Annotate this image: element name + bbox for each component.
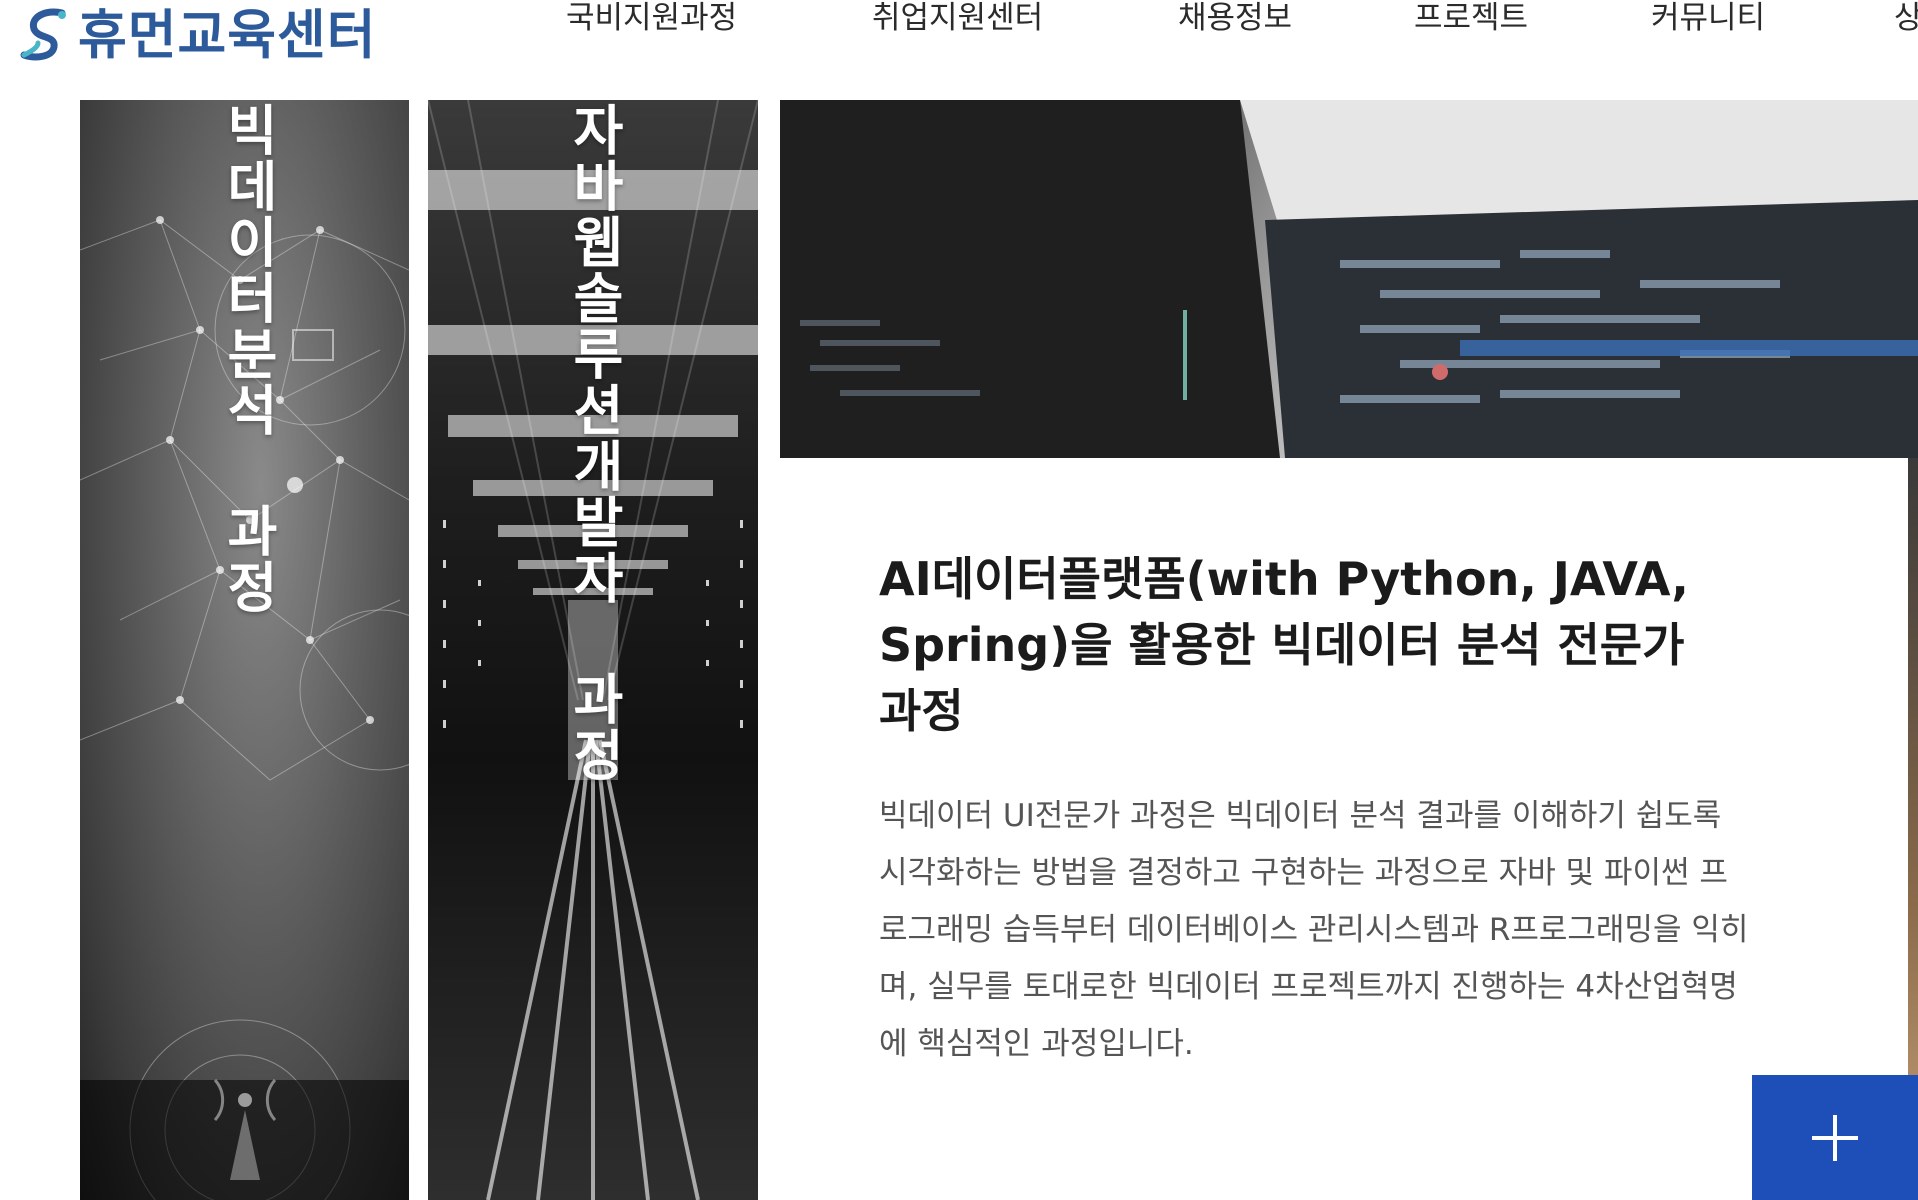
nav-item-recruitment[interactable]: 채용정보 [1178,0,1292,37]
site-logo[interactable]: 휴먼교육센터 [16,0,377,70]
course-title-java: 자바웹솔루션개발자 과정 [562,102,625,783]
featured-course-card: AI데이터플랫폼(with Python, JAVA, Spring)을 활용한… [780,458,1908,1200]
featured-course-description: 빅데이터 UI전문가 과정은 빅데이터 분석 결과를 이해하기 쉽도록 시각화하… [879,798,1749,1062]
course-panel-java[interactable]: 자바웹솔루션개발자 과정 [428,100,758,1200]
laptop-code-illustration [780,100,1918,458]
plus-icon [1812,1114,1858,1161]
nav-item-project[interactable]: 프로젝트 [1414,0,1528,37]
view-more-button[interactable] [1752,1075,1918,1200]
nav-item-job-support[interactable]: 취업지원센터 [872,0,1043,37]
logo-swoosh-icon [20,8,66,61]
featured-course-image [780,100,1918,458]
featured-course-title[interactable]: AI데이터플랫폼(with Python, JAVA, Spring)을 활용한… [879,546,1739,744]
course-panel-bigdata[interactable]: 빅데이터분석 과정 [80,100,409,1200]
nav-item-community[interactable]: 커뮤니티 [1651,0,1765,37]
nav-item-more[interactable]: 상 [1894,0,1918,37]
nav-item-government-course[interactable]: 국비지원과정 [566,0,737,37]
logo-text: 휴먼교육센터 [78,5,377,66]
course-title-bigdata: 빅데이터분석 과정 [216,102,279,615]
